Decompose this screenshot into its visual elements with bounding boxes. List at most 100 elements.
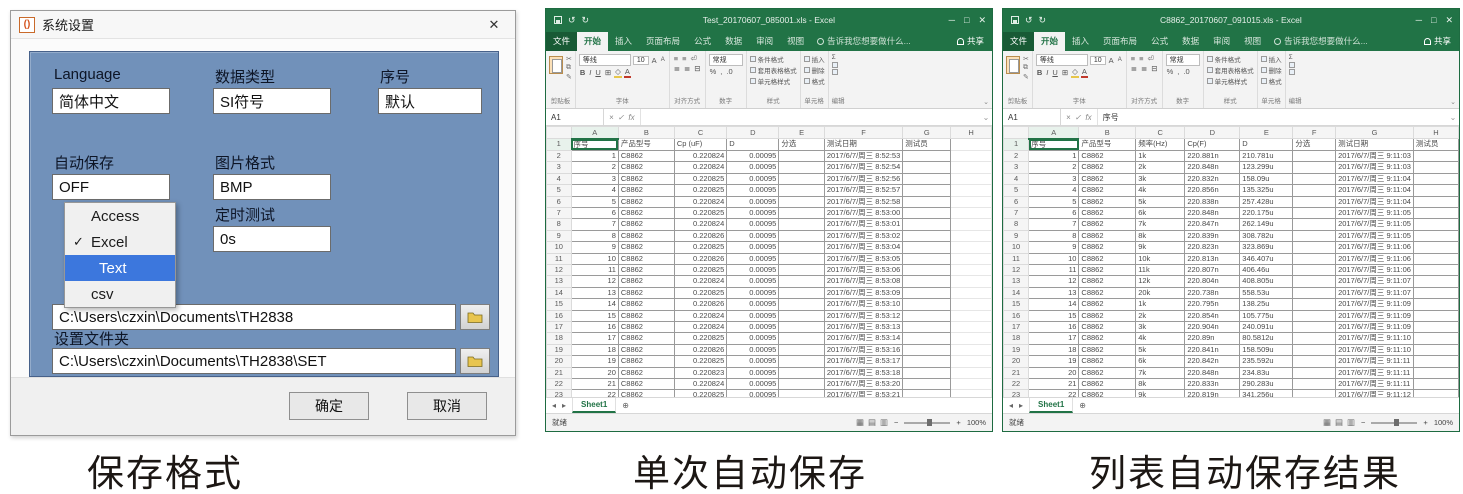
fill-color-icon[interactable]: ◇ xyxy=(614,67,622,78)
select-all-corner[interactable] xyxy=(547,127,572,139)
cell[interactable]: 220.832n xyxy=(1185,173,1240,184)
cell[interactable] xyxy=(903,390,951,397)
redo-icon[interactable]: ↻ xyxy=(582,15,590,26)
cancel-entry-icon[interactable]: × xyxy=(1066,113,1071,122)
cell[interactable] xyxy=(1413,276,1458,287)
cell[interactable]: 220.842n xyxy=(1185,356,1240,367)
cell[interactable] xyxy=(1293,344,1336,355)
cell[interactable] xyxy=(903,344,951,355)
language-field[interactable]: 简体中文 xyxy=(52,88,170,114)
row-header-7[interactable]: 7 xyxy=(547,207,572,218)
cell[interactable] xyxy=(1293,287,1336,298)
column-header-G[interactable]: G xyxy=(903,127,951,139)
row-header-2[interactable]: 2 xyxy=(1004,150,1029,161)
cell[interactable]: 2017/6/7/周三 8:53:17 xyxy=(824,356,902,367)
row-header-8[interactable]: 8 xyxy=(1004,219,1029,230)
row-header-3[interactable]: 3 xyxy=(1004,162,1029,173)
ok-button[interactable]: 确定 xyxy=(289,392,369,420)
cell[interactable]: 220.848n xyxy=(1185,367,1240,378)
cell[interactable]: 1k xyxy=(1136,150,1185,161)
cell[interactable]: 0.00095 xyxy=(727,322,779,333)
cell[interactable]: 0.00095 xyxy=(727,207,779,218)
cell[interactable]: 3k xyxy=(1136,322,1185,333)
cell[interactable]: 18 xyxy=(1029,344,1079,355)
cell[interactable] xyxy=(951,379,992,390)
cell[interactable] xyxy=(903,162,951,173)
maximize-icon[interactable]: □ xyxy=(1431,15,1436,25)
align-center-icon[interactable]: ≣ xyxy=(1140,64,1148,73)
cell[interactable]: Cp(F) xyxy=(1185,139,1240,151)
cell[interactable] xyxy=(1293,299,1336,310)
cell[interactable]: 22 xyxy=(1029,390,1079,397)
undo-icon[interactable]: ↺ xyxy=(568,15,576,26)
cell[interactable]: 11 xyxy=(571,264,618,275)
cell[interactable]: C8862 xyxy=(1079,356,1136,367)
delete-cells-button[interactable]: 删除 xyxy=(804,65,825,75)
name-box[interactable]: A1 xyxy=(546,109,604,125)
cell[interactable]: C8862 xyxy=(618,150,674,161)
font-color-icon[interactable]: A xyxy=(624,67,631,78)
cell[interactable] xyxy=(951,276,992,287)
row-header-15[interactable]: 15 xyxy=(1004,299,1029,310)
cell[interactable]: 4 xyxy=(571,185,618,196)
tell-me-box[interactable]: 告诉我您想要做什么... xyxy=(811,32,917,51)
cell[interactable] xyxy=(951,150,992,161)
cell[interactable] xyxy=(903,219,951,230)
cell[interactable]: 105.775u xyxy=(1240,310,1293,321)
row-header-20[interactable]: 20 xyxy=(547,356,572,367)
cell[interactable] xyxy=(1293,207,1336,218)
cell[interactable]: C8862 xyxy=(1079,379,1136,390)
cell[interactable] xyxy=(951,287,992,298)
cell[interactable] xyxy=(1293,379,1336,390)
conditional-formatting-button[interactable]: 条件格式 xyxy=(1207,54,1254,64)
share-button[interactable]: 共享 xyxy=(949,32,992,51)
cell[interactable]: 17 xyxy=(1029,333,1079,344)
cell[interactable]: 0.00095 xyxy=(727,196,779,207)
cell-styles-button[interactable]: 单元格样式 xyxy=(750,76,797,86)
cell[interactable]: 6 xyxy=(1029,207,1079,218)
zoom-slider[interactable] xyxy=(1371,422,1417,424)
cell[interactable]: 2017/6/7/周三 8:53:00 xyxy=(824,207,902,218)
page-break-view-icon[interactable]: ▥ xyxy=(880,417,888,428)
row-header-16[interactable]: 16 xyxy=(547,310,572,321)
column-header-A[interactable]: A xyxy=(1029,127,1079,139)
cell[interactable]: 2017/6/7/周三 8:53:13 xyxy=(824,322,902,333)
cell[interactable]: 0.00095 xyxy=(727,287,779,298)
cell[interactable] xyxy=(1293,162,1336,173)
cell[interactable]: 2017/6/7/周三 8:53:01 xyxy=(824,219,902,230)
cell[interactable] xyxy=(903,276,951,287)
cell[interactable]: C8862 xyxy=(1079,287,1136,298)
fx-icon[interactable]: fx xyxy=(628,113,634,122)
cell[interactable] xyxy=(779,287,825,298)
cell[interactable]: 0.220826 xyxy=(674,344,726,355)
cell[interactable] xyxy=(1413,367,1458,378)
cell[interactable]: C8862 xyxy=(618,322,674,333)
cell[interactable]: 15 xyxy=(1029,310,1079,321)
confirm-entry-icon[interactable]: ✓ xyxy=(618,113,625,122)
comma-icon[interactable]: , xyxy=(719,67,723,76)
autosum-button[interactable]: Σ xyxy=(1289,54,1295,61)
insert-cells-button[interactable]: 插入 xyxy=(804,54,825,64)
cell[interactable]: 9 xyxy=(1029,242,1079,253)
cell[interactable]: 0.00095 xyxy=(727,299,779,310)
copy-icon[interactable]: ⧉ xyxy=(566,64,572,72)
cell[interactable] xyxy=(1293,185,1336,196)
save-icon[interactable] xyxy=(554,16,562,24)
cell[interactable]: 0.00095 xyxy=(727,310,779,321)
cell[interactable]: 0.220823 xyxy=(674,367,726,378)
cell[interactable]: C8862 xyxy=(618,173,674,184)
close-icon[interactable]: ✕ xyxy=(1445,15,1453,26)
delete-cells-button[interactable]: 删除 xyxy=(1261,65,1282,75)
cell[interactable]: 0.00095 xyxy=(727,185,779,196)
cell[interactable]: 220.804n xyxy=(1185,276,1240,287)
merge-center-icon[interactable]: ⊟ xyxy=(1150,64,1158,73)
cell[interactable]: 序号 xyxy=(1029,139,1079,151)
cell[interactable] xyxy=(1413,173,1458,184)
cell[interactable]: 7k xyxy=(1136,219,1185,230)
cell[interactable]: 8k xyxy=(1136,379,1185,390)
cell[interactable] xyxy=(903,299,951,310)
cell[interactable]: 234.83u xyxy=(1240,367,1293,378)
autosum-button[interactable]: Σ xyxy=(832,54,838,61)
cell[interactable] xyxy=(1413,264,1458,275)
cell[interactable]: 5k xyxy=(1136,196,1185,207)
